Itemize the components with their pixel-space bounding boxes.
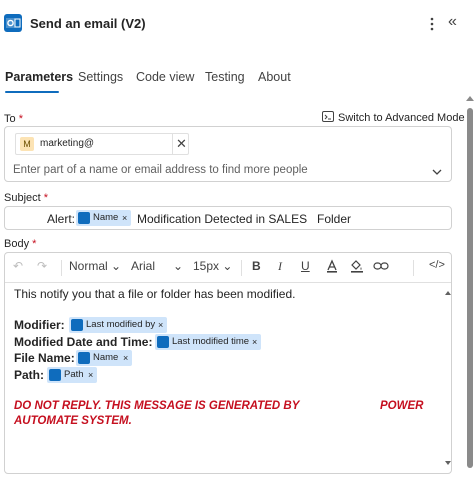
remove-token-button[interactable]: × bbox=[123, 350, 128, 366]
more-vertical-icon[interactable] bbox=[424, 14, 440, 34]
editor-toolbar: ↶ ↷ Normal ⌄ Arial ⌄ 15px ⌄ B I U </> bbox=[5, 253, 451, 283]
subject-label: Subject * bbox=[4, 192, 49, 204]
subject-middle-text: Modification Detected in SALES bbox=[137, 212, 308, 226]
tab-settings[interactable]: Settings bbox=[78, 70, 123, 84]
italic-button[interactable]: I bbox=[278, 259, 282, 274]
action-title: Send an email (V2) bbox=[30, 16, 146, 31]
editor-scrollbar[interactable] bbox=[445, 287, 451, 473]
subject-suffix-text: Folder bbox=[317, 212, 352, 226]
switch-advanced-mode-button[interactable]: Switch to Advanced Mode bbox=[322, 111, 465, 124]
paragraph-style-dropdown[interactable]: Normal ⌄ bbox=[69, 259, 121, 273]
body-intro-text: This notify you that a file or folder ha… bbox=[14, 287, 296, 301]
undo-icon[interactable]: ↶ bbox=[13, 259, 23, 273]
warning-text-line1: DO NOT REPLY. THIS MESSAGE IS GENERATED … bbox=[14, 400, 300, 412]
outlook-icon bbox=[4, 14, 22, 32]
dynamic-content-token[interactable]: Path × bbox=[47, 367, 97, 383]
remove-recipient-button[interactable]: ✕ bbox=[172, 134, 190, 154]
onedrive-icon bbox=[71, 319, 83, 331]
toolbar-divider bbox=[241, 260, 242, 276]
to-search-input[interactable]: Enter part of a name or email address to… bbox=[13, 164, 308, 176]
bold-button[interactable]: B bbox=[252, 259, 261, 273]
remove-token-button[interactable]: × bbox=[158, 317, 163, 333]
field-label-path: Path: bbox=[14, 368, 44, 382]
subject-field[interactable]: Alert: Name × Modification Detected in S… bbox=[4, 206, 452, 230]
onedrive-icon bbox=[49, 369, 61, 381]
body-label: Body * bbox=[4, 238, 37, 250]
panel-scrollbar-thumb[interactable] bbox=[467, 108, 473, 468]
dynamic-content-token[interactable]: Name × bbox=[76, 210, 131, 226]
onedrive-icon bbox=[78, 352, 90, 364]
onedrive-icon bbox=[78, 212, 90, 224]
scroll-down-arrow-icon[interactable] bbox=[445, 461, 451, 465]
field-label-file-name: File Name: bbox=[14, 351, 75, 365]
chevron-down-icon: ⌄ bbox=[222, 259, 233, 273]
field-label-modifier: Modifier: bbox=[14, 318, 65, 332]
dynamic-content-token[interactable]: Last modified time × bbox=[155, 334, 261, 350]
highlight-color-icon[interactable] bbox=[349, 259, 365, 276]
link-icon[interactable] bbox=[373, 259, 389, 276]
avatar: M bbox=[20, 137, 34, 151]
toolbar-divider bbox=[413, 260, 414, 276]
warning-text-line1-end: POWER bbox=[380, 400, 424, 412]
to-label: To * bbox=[4, 113, 23, 125]
underline-button[interactable]: U bbox=[301, 259, 310, 273]
font-family-dropdown[interactable]: Arial ⌄ bbox=[131, 259, 183, 273]
tab-about[interactable]: About bbox=[258, 70, 291, 84]
field-label-modified-date: Modified Date and Time: bbox=[14, 335, 153, 349]
chevron-down-icon[interactable] bbox=[431, 165, 443, 177]
redo-icon[interactable]: ↷ bbox=[37, 259, 47, 273]
scroll-up-arrow-icon[interactable] bbox=[445, 291, 451, 295]
tab-testing[interactable]: Testing bbox=[205, 70, 245, 84]
advanced-mode-icon bbox=[322, 111, 334, 122]
body-editor[interactable]: ↶ ↷ Normal ⌄ Arial ⌄ 15px ⌄ B I U </> Thi… bbox=[4, 252, 452, 474]
recipient-email: marketing@ bbox=[40, 138, 95, 149]
warning-text-line2: AUTOMATE SYSTEM. bbox=[14, 415, 132, 427]
code-view-toggle-button[interactable]: </> bbox=[429, 259, 445, 271]
dynamic-content-token[interactable]: Last modified by × bbox=[69, 317, 167, 333]
to-field[interactable]: M marketing@ ✕ Enter part of a name or e… bbox=[4, 126, 452, 182]
toolbar-divider bbox=[61, 260, 62, 276]
dynamic-content-token[interactable]: Name × bbox=[76, 350, 132, 366]
scroll-up-arrow-icon[interactable] bbox=[466, 96, 474, 101]
remove-token-button[interactable]: × bbox=[252, 334, 257, 350]
chevron-down-icon: ⌄ bbox=[173, 259, 184, 273]
tab-parameters[interactable]: Parameters bbox=[5, 70, 73, 84]
active-tab-indicator bbox=[5, 91, 59, 93]
remove-token-button[interactable]: × bbox=[122, 210, 127, 226]
font-size-dropdown[interactable]: 15px ⌄ bbox=[193, 259, 232, 273]
tab-code-view[interactable]: Code view bbox=[136, 70, 194, 84]
onedrive-icon bbox=[157, 336, 169, 348]
panel-header: Send an email (V2) « bbox=[0, 0, 474, 52]
chevron-down-icon: ⌄ bbox=[111, 259, 122, 273]
tab-bar: Parameters Settings Code view Testing Ab… bbox=[0, 60, 474, 94]
font-color-icon[interactable] bbox=[325, 259, 339, 276]
recipient-chip: M marketing@ ✕ bbox=[15, 133, 189, 155]
double-chevron-left-icon[interactable]: « bbox=[448, 13, 468, 33]
subject-prefix: Alert: bbox=[47, 212, 76, 226]
remove-token-button[interactable]: × bbox=[88, 367, 93, 383]
